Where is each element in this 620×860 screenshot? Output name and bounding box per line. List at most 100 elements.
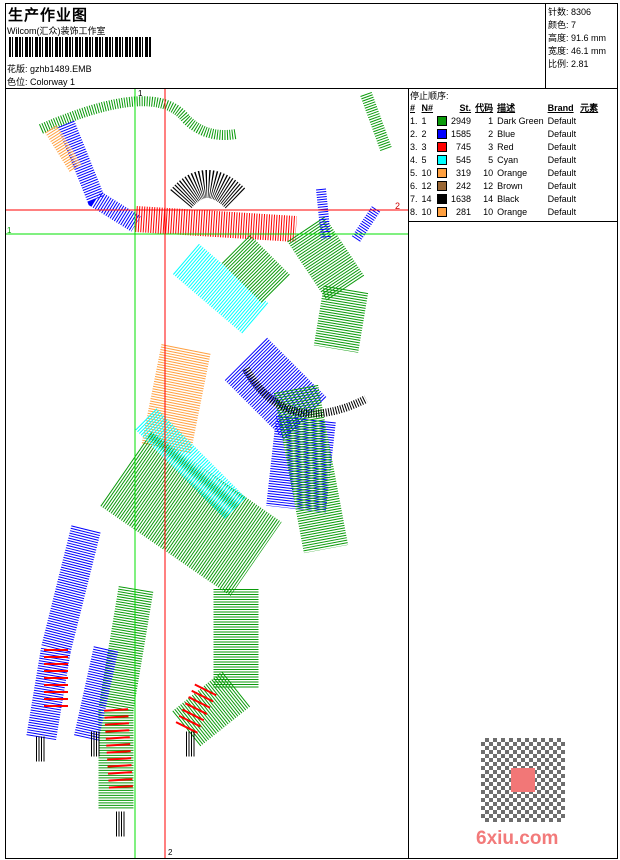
row-index: 6. bbox=[410, 180, 418, 191]
stat-value: 91.6 mm bbox=[571, 33, 607, 43]
qr-logo bbox=[511, 768, 535, 792]
stitches: 281 bbox=[456, 206, 472, 217]
divider bbox=[408, 221, 618, 222]
col-header: 代码 bbox=[475, 103, 494, 113]
stat-colors: 颜色: 7 bbox=[548, 19, 606, 32]
row-index: 2. bbox=[410, 128, 418, 139]
row-index: 4. bbox=[410, 154, 418, 165]
stat-value: 7 bbox=[571, 20, 577, 30]
horse-leg-1 bbox=[26, 525, 101, 742]
stat-value: 8306 bbox=[571, 7, 592, 17]
colorway-label: 色位: bbox=[7, 77, 28, 87]
stitches: 1638 bbox=[451, 193, 472, 204]
code: 1 bbox=[488, 115, 494, 126]
color-swatch bbox=[437, 193, 448, 204]
stitches: 242 bbox=[456, 180, 472, 191]
rider-body bbox=[221, 234, 291, 304]
horse-ears bbox=[316, 188, 381, 242]
qr-code bbox=[481, 738, 565, 822]
rider-leg bbox=[141, 344, 211, 454]
needle: 2 bbox=[421, 128, 427, 139]
colorway: 色位: Colorway 1 bbox=[7, 75, 75, 88]
description: Black bbox=[497, 193, 520, 204]
brand: Default bbox=[547, 167, 577, 178]
hooves bbox=[36, 731, 196, 837]
page-title: 生产作业图 bbox=[8, 7, 89, 24]
code: 5 bbox=[488, 154, 494, 165]
design-file-value: gzhb1489.EMB bbox=[30, 64, 92, 74]
table-row: 5. 10 319 10 Orange Default bbox=[408, 166, 600, 179]
needle: 1 bbox=[421, 115, 427, 126]
brand: Default bbox=[547, 128, 577, 139]
stitches: 319 bbox=[456, 167, 472, 178]
stat-label: 比例: bbox=[548, 59, 569, 69]
brand: Default bbox=[547, 154, 577, 165]
code: 10 bbox=[483, 167, 494, 178]
stitches: 545 bbox=[456, 154, 472, 165]
code: 14 bbox=[483, 193, 494, 204]
col-header: Brand bbox=[547, 102, 574, 113]
barcode bbox=[9, 37, 151, 57]
stitches: 745 bbox=[456, 141, 472, 152]
color-swatch bbox=[437, 128, 448, 139]
table-row: 1. 1 2949 1 Dark Green Default bbox=[408, 114, 600, 127]
table-row: 6. 12 242 12 Brown Default bbox=[408, 179, 600, 192]
code: 2 bbox=[488, 128, 494, 139]
row-index: 3. bbox=[410, 141, 418, 152]
row-index: 7. bbox=[410, 193, 418, 204]
watermark: 6xiu.com bbox=[476, 828, 559, 849]
table-row: 3. 3 745 3 Red Default bbox=[408, 140, 600, 153]
mallet-head bbox=[360, 91, 392, 152]
col-header: # bbox=[410, 102, 416, 113]
stats-panel: 针数: 8306 颜色: 7 高度: 91.6 mm 宽度: 46.1 mm 比… bbox=[548, 6, 606, 71]
needle: 5 bbox=[421, 154, 427, 165]
mallet-stroke bbox=[39, 96, 237, 140]
description: Orange bbox=[497, 206, 528, 217]
horse-head bbox=[287, 216, 370, 353]
brand: Default bbox=[547, 180, 577, 191]
stat-label: 宽度: bbox=[548, 46, 569, 56]
stitches: 1585 bbox=[451, 128, 472, 139]
description: Blue bbox=[497, 128, 516, 139]
row-index: 1. bbox=[410, 115, 418, 126]
horse-body bbox=[100, 432, 282, 596]
color-swatch bbox=[437, 115, 448, 126]
needle: 14 bbox=[421, 193, 432, 204]
color-swatch bbox=[437, 206, 448, 217]
needle: 10 bbox=[421, 167, 432, 178]
brand: Default bbox=[547, 115, 577, 126]
brand: Default bbox=[547, 206, 577, 217]
description: Cyan bbox=[497, 154, 519, 165]
needle: 3 bbox=[421, 141, 427, 152]
guide-label: 1 bbox=[7, 226, 12, 235]
color-swatch bbox=[437, 167, 448, 178]
color-swatch bbox=[437, 141, 448, 152]
needle: 12 bbox=[421, 180, 432, 191]
embroidery-preview bbox=[6, 89, 408, 858]
table-row: 4. 5 545 5 Cyan Default bbox=[408, 153, 600, 166]
design-file: 花版: gzhb1489.EMB bbox=[7, 62, 92, 75]
rider-shoulder bbox=[135, 206, 297, 242]
description: Dark Green bbox=[497, 115, 544, 126]
code: 10 bbox=[483, 206, 494, 217]
stat-value: 2.81 bbox=[571, 59, 589, 69]
guide-label: 2 bbox=[395, 201, 401, 211]
needle: 10 bbox=[421, 206, 432, 217]
stitches: 2949 bbox=[451, 115, 472, 126]
guide-label: 1 bbox=[138, 89, 143, 98]
guide-label: 2 bbox=[168, 848, 173, 857]
description: Brown bbox=[497, 180, 523, 191]
row-index: 5. bbox=[410, 167, 418, 178]
colorway-value: Colorway 1 bbox=[30, 77, 76, 87]
brand: Default bbox=[547, 193, 577, 204]
horse-leg-2 bbox=[98, 586, 154, 809]
col-header: 描述 bbox=[497, 103, 516, 113]
description: Orange bbox=[497, 167, 528, 178]
description: Red bbox=[497, 141, 514, 152]
stat-stitches: 针数: 8306 bbox=[548, 6, 606, 19]
stat-scale: 比例: 2.81 bbox=[548, 58, 606, 71]
code: 3 bbox=[488, 141, 494, 152]
col-header: 元素 bbox=[580, 103, 599, 113]
company-name: Wilcom(汇众)装饰工作室 bbox=[7, 26, 106, 36]
stat-height: 高度: 91.6 mm bbox=[548, 32, 606, 45]
